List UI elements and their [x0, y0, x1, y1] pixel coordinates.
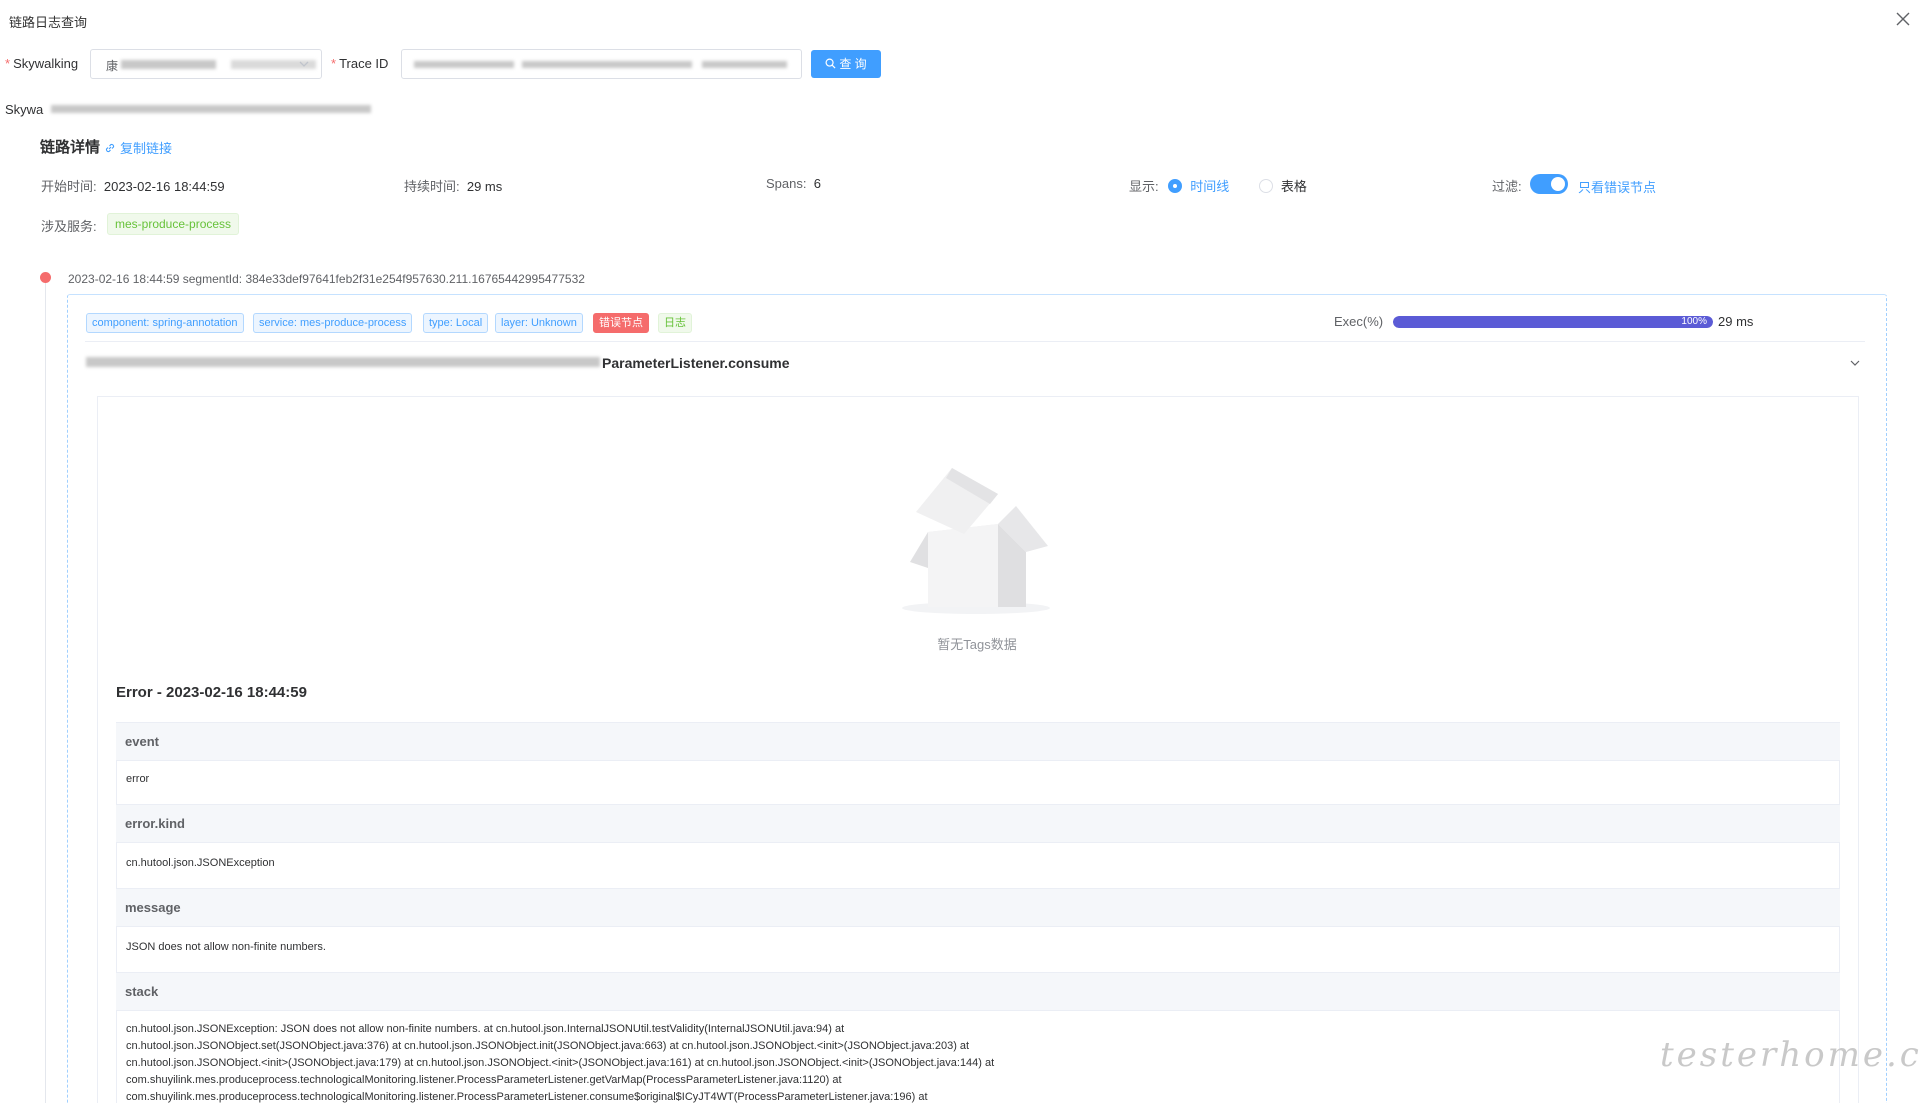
- exec-progress-fill: [1393, 316, 1713, 328]
- display-table-radio[interactable]: 表格: [1258, 179, 1307, 194]
- tag-log: 日志: [658, 313, 692, 333]
- span-method-name: ParameterListener.consume: [602, 355, 790, 371]
- dialog-title: 链路日志查询: [9, 15, 88, 30]
- exec-duration: 29 ms: [1718, 314, 1754, 329]
- skywalking-select-value: 康: [106, 59, 119, 73]
- log-row-value-stack: cn.hutool.json.JSONException: JSON does …: [116, 1010, 1840, 1103]
- service-tag: mes-produce-process: [107, 213, 240, 235]
- skywalking-label: * Skywalking: [5, 56, 79, 71]
- errors-only-label: 只看错误节点: [1578, 180, 1657, 195]
- trace-id-blurred-3: [702, 61, 787, 68]
- card-divider: [85, 341, 1865, 342]
- trace-id-label: * Trace ID: [331, 56, 389, 71]
- log-row-key-event: event: [116, 722, 1840, 760]
- skywalking-info-blurred: [50, 105, 371, 113]
- stack-line: cn.hutool.json.JSONException: JSON does …: [126, 1023, 845, 1035]
- query-button[interactable]: 查 询: [811, 50, 881, 78]
- search-icon: [825, 58, 836, 69]
- tag-type: type: Local: [423, 313, 489, 333]
- log-row-key-kind: error.kind: [116, 804, 1840, 842]
- stack-line: com.shuyilink.mes.produceprocess.technol…: [126, 1091, 928, 1103]
- duration-value: 29 ms: [466, 179, 503, 194]
- start-time: 开始时间: 2023-02-16 18:44:59: [41, 176, 225, 195]
- copy-link[interactable]: 复制链接: [104, 138, 172, 157]
- skywalking-value-blurred: [121, 60, 216, 69]
- duration-label: 持续时间:: [404, 179, 460, 194]
- error-log-title: Error - 2023-02-16 18:44:59: [116, 684, 307, 701]
- tag-service: service: mes-produce-process: [253, 313, 413, 333]
- timeline-error-dot: [40, 272, 51, 283]
- chevron-down-icon: [299, 61, 309, 67]
- tag-component: component: spring-annotation: [86, 313, 244, 333]
- log-row-value-kind: cn.hutool.json.JSONException: [116, 842, 1840, 888]
- watermark: testerhome.com: [1660, 1035, 1920, 1075]
- display-timeline-radio[interactable]: 时间线: [1168, 179, 1229, 194]
- skywalking-info-label: Skywa: [5, 102, 44, 117]
- trace-id-blurred-2: [522, 61, 692, 68]
- trace-id-input[interactable]: [401, 49, 802, 79]
- segment-header: 2023-02-16 18:44:59 segmentId: 384e33def…: [68, 272, 585, 286]
- skywalking-select[interactable]: 康: [90, 49, 322, 79]
- exec-percent: 100%: [1681, 316, 1707, 327]
- spans-value: 6: [813, 176, 821, 191]
- log-row-key-stack: stack: [116, 972, 1840, 1010]
- tag-error-node: 错误节点: [593, 313, 649, 333]
- spans: Spans: 6: [766, 176, 821, 191]
- stack-line: cn.hutool.json.JSONObject.set(JSONObject…: [126, 1040, 970, 1052]
- duration: 持续时间: 29 ms: [404, 176, 502, 195]
- errors-only-switch[interactable]: [1530, 174, 1568, 194]
- log-row-value-message: JSON does not allow non-finite numbers.: [116, 926, 1840, 972]
- stack-line: com.shuyilink.mes.produceprocess.technol…: [126, 1074, 842, 1086]
- close-icon[interactable]: [1895, 11, 1911, 27]
- services-label: 涉及服务:: [41, 219, 97, 234]
- method-package-blurred: [86, 357, 600, 367]
- log-row-key-message: message: [116, 888, 1840, 926]
- spans-label: Spans:: [766, 176, 807, 191]
- empty-tags-text: 暂无Tags数据: [937, 637, 1017, 652]
- stack-line: cn.hutool.json.JSONObject.<init>(JSONObj…: [126, 1057, 995, 1069]
- trace-id-blurred: [414, 61, 514, 68]
- radio-checked: [1168, 179, 1183, 193]
- skywalking-info-row: Skywa: [5, 102, 371, 117]
- exec-label: Exec(%): [1334, 314, 1384, 329]
- trace-details-heading: 链路详情: [40, 139, 101, 156]
- empty-box-illustration: [902, 468, 1050, 614]
- exec-progress-bar: 100%: [1393, 316, 1713, 328]
- display-label: 显示:: [1129, 179, 1159, 194]
- display-mode: 显示: 时间线 表格: [1129, 176, 1307, 195]
- tag-layer: layer: Unknown: [495, 313, 583, 333]
- link-icon: [105, 143, 115, 153]
- chevron-down-icon[interactable]: [1849, 357, 1861, 369]
- start-time-label: 开始时间:: [41, 179, 97, 194]
- log-row-value-event: error: [116, 760, 1840, 804]
- timeline-line: [45, 280, 46, 1103]
- radio-unchecked: [1258, 179, 1273, 193]
- filter-label: 过滤:: [1492, 179, 1522, 194]
- start-time-value: 2023-02-16 18:44:59: [103, 179, 225, 194]
